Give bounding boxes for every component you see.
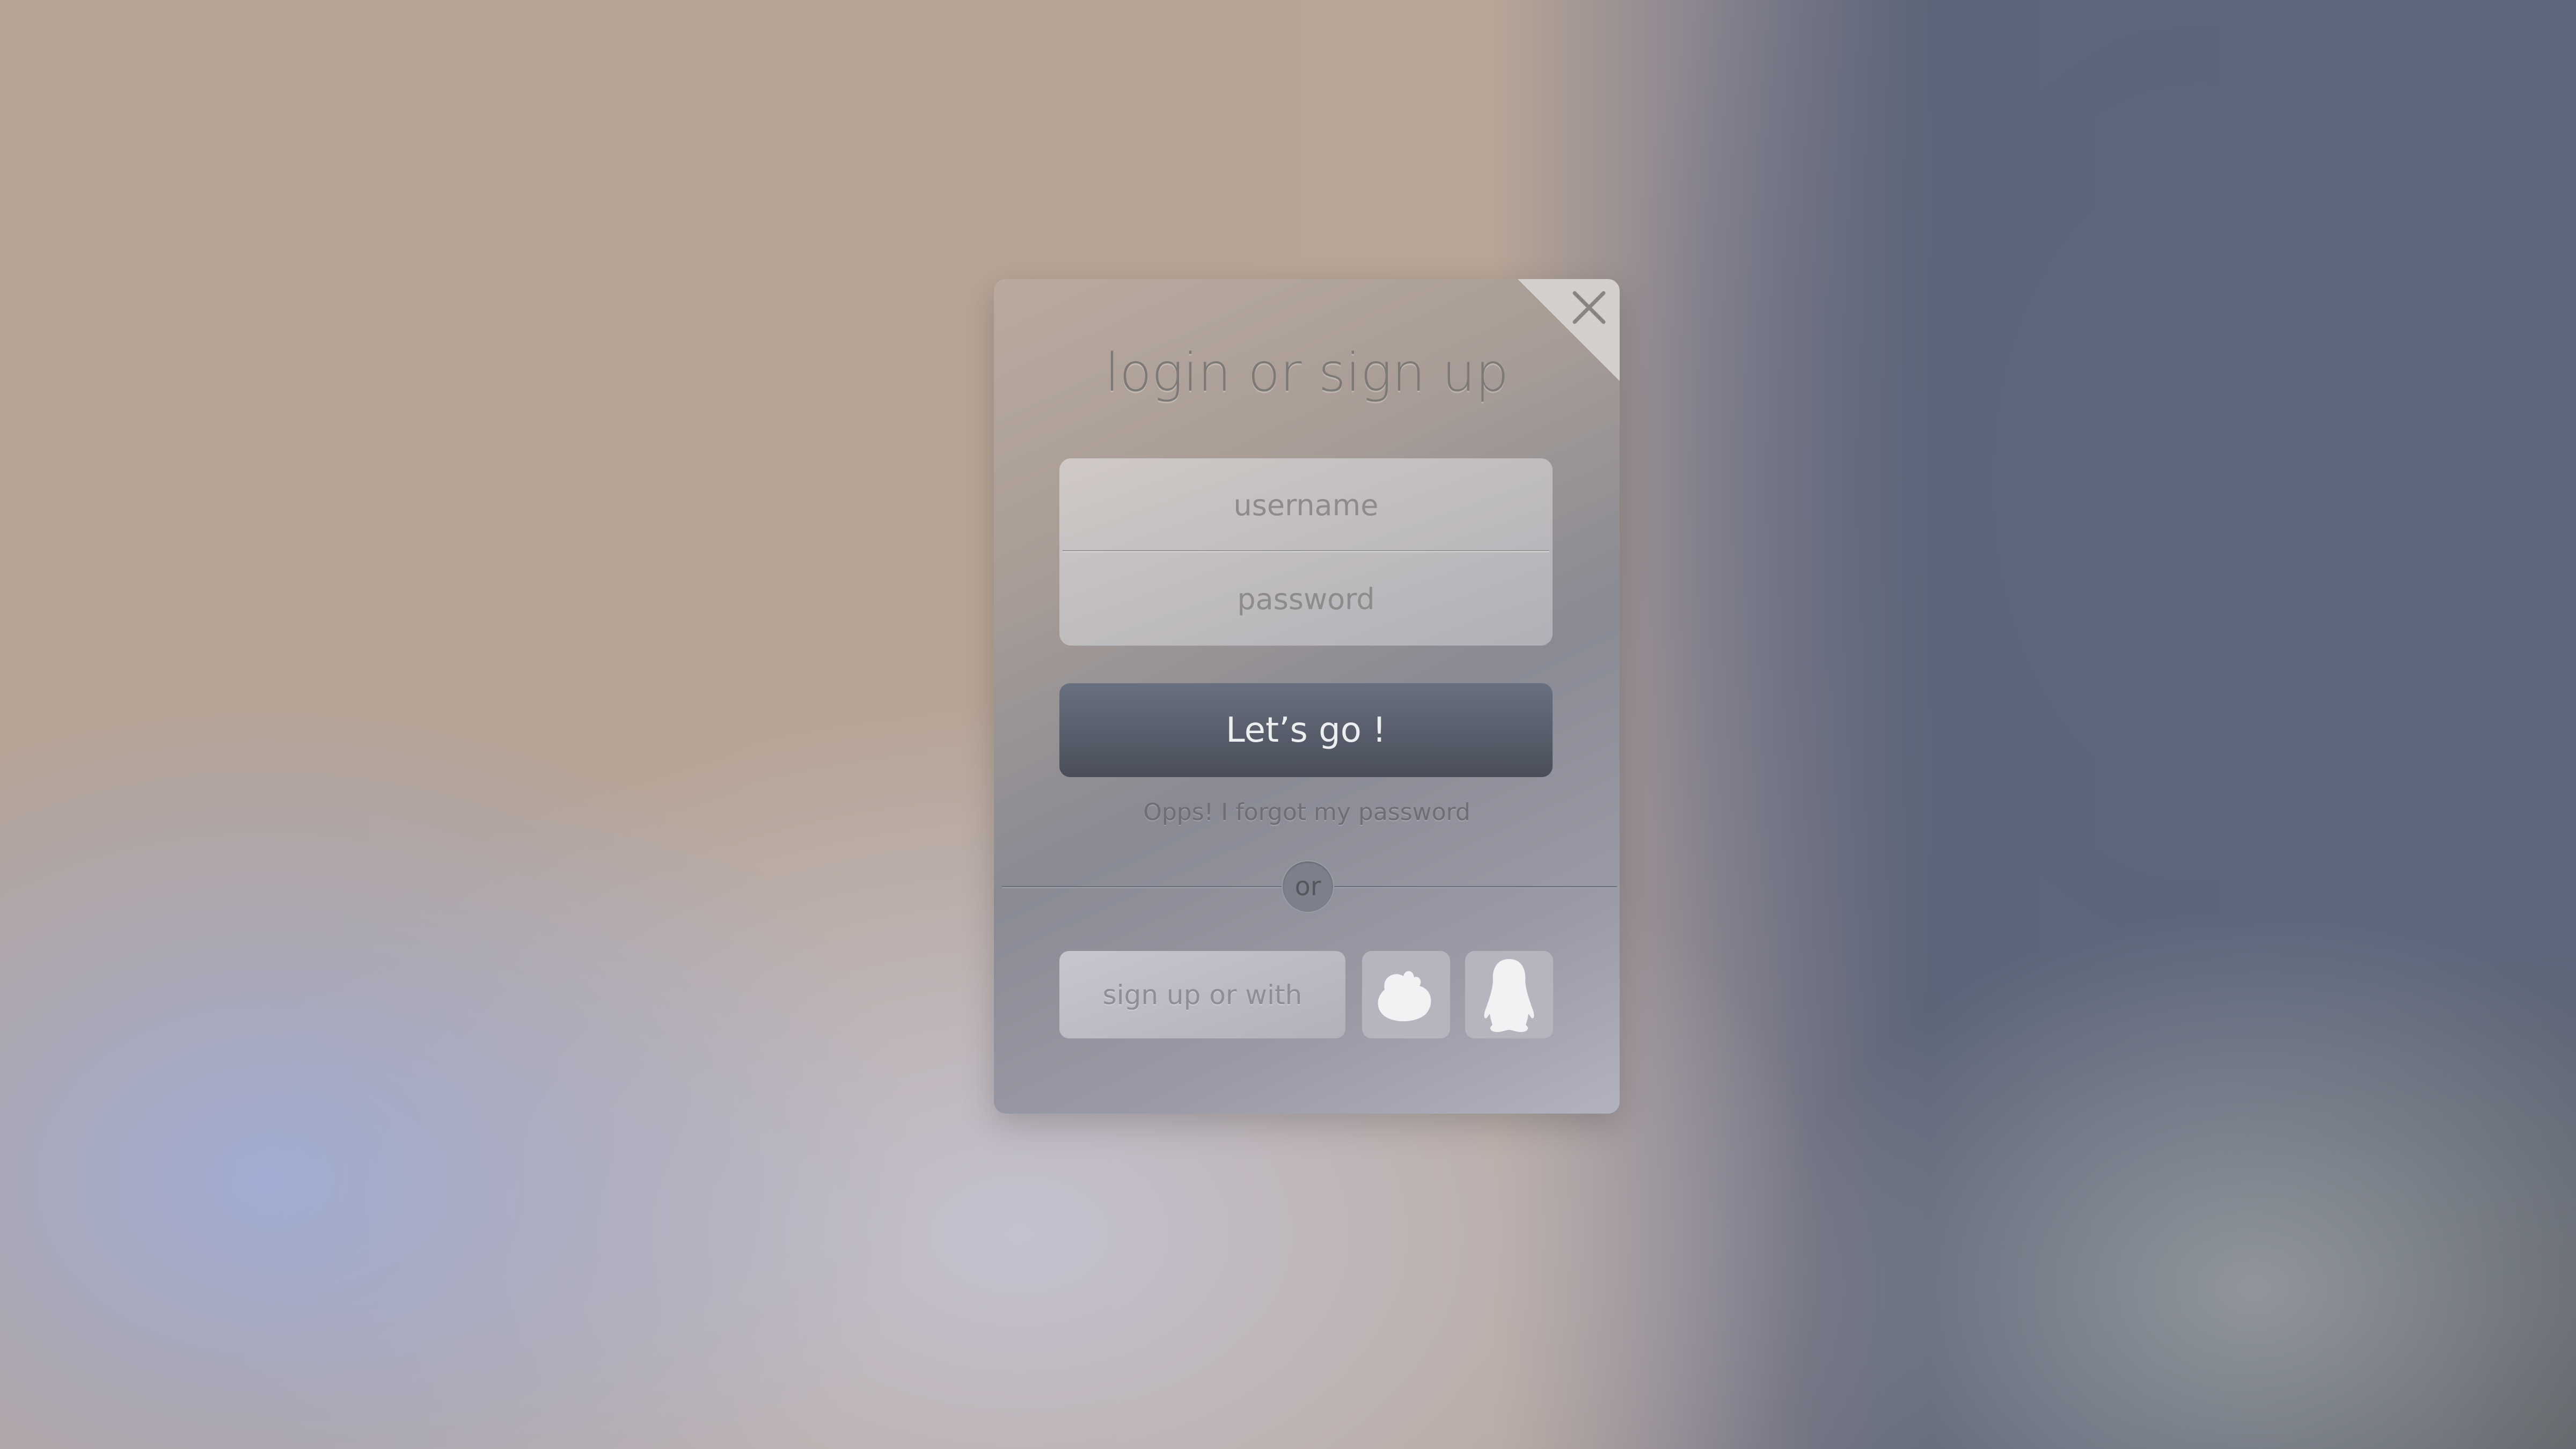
signup-label: sign up or with xyxy=(1102,979,1302,1011)
weibo-login-button[interactable] xyxy=(1362,951,1450,1038)
or-label: or xyxy=(1294,872,1321,902)
close-icon xyxy=(1572,291,1606,324)
qq-login-button[interactable] xyxy=(1465,951,1553,1038)
qq-penguin-icon xyxy=(1484,958,1534,1032)
weibo-icon xyxy=(1378,971,1431,1021)
dialog-title: login or sign up xyxy=(1104,342,1509,404)
submit-button[interactable]: Let’s go ! xyxy=(1059,683,1553,777)
or-separator: or xyxy=(1282,860,1334,913)
password-input[interactable] xyxy=(1059,552,1553,646)
username-input[interactable] xyxy=(1059,458,1553,552)
signup-button[interactable]: sign up or with xyxy=(1059,951,1345,1038)
login-dialog: login or sign up Let’s go ! Opps! I forg… xyxy=(994,279,1620,1114)
credentials-group xyxy=(1059,458,1553,646)
forgot-password-link[interactable]: Opps! I forgot my password xyxy=(994,799,1620,826)
